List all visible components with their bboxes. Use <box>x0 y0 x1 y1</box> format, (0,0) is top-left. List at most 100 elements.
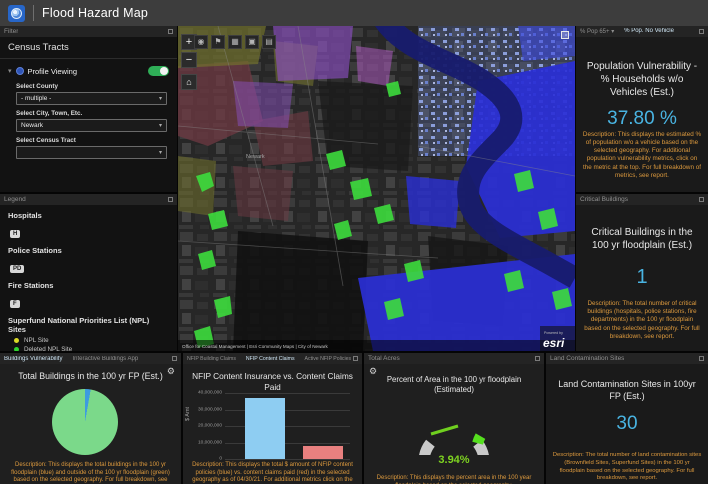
population-description: Description: This displays the estimated… <box>582 131 702 180</box>
map-toolbar: ◉ ⚑ ▦ ▣ ▤ <box>194 35 276 49</box>
tab-nfip-content-claims[interactable]: NFIP Content Claims <box>246 356 295 362</box>
svg-text:Powered by: Powered by <box>544 331 563 335</box>
nfip-panel: NFIP Building Claims NFIP Content Claims… <box>183 353 362 484</box>
map-tool-details-icon[interactable]: ▤ <box>262 35 276 49</box>
gauge-value: 3.94% <box>364 454 544 466</box>
legend-item-deleted-npl: Deleted NPL Site <box>0 345 177 351</box>
map-tool-basemap-icon[interactable]: ▦ <box>228 35 242 49</box>
svg-text:esri: esri <box>543 336 565 350</box>
buildings-pie-chart[interactable] <box>52 389 118 455</box>
tab-active-nfip-policies[interactable]: Active NFIP Policies <box>305 356 352 362</box>
tab-pop-65[interactable]: % Pop 65+ ▾ <box>580 28 614 35</box>
land-contamination-panel: Land Contamination Sites Land Contaminat… <box>546 353 708 484</box>
filter-panel: Filter Census Tracts ▾ Profile Viewing S… <box>0 26 177 192</box>
y-tick: 30,000,000 <box>198 407 222 412</box>
tab-nfip-building-claims[interactable]: NFIP Building Claims <box>187 356 236 362</box>
city-select[interactable]: Newark ▾ <box>16 119 167 132</box>
city-value: Newark <box>21 122 43 129</box>
tract-field: Select Census Tract ▾ <box>0 132 177 159</box>
legend-panel-title: Legend <box>4 196 26 203</box>
legend-panel: Legend Hospitals H Police Stations PD Fi… <box>0 194 177 351</box>
header-divider <box>33 5 34 21</box>
nfip-description: Description: This displays the total $ a… <box>189 462 356 484</box>
chevron-down-icon: ▾ <box>159 122 162 129</box>
legend-superfund-title: Superfund National Priorities List (NPL)… <box>0 310 177 336</box>
expand-icon[interactable] <box>353 356 358 361</box>
acres-panel-header: Total Acres <box>364 353 544 364</box>
expand-icon[interactable] <box>699 29 704 34</box>
toggle-knob <box>160 67 168 75</box>
map-tool-layers-icon[interactable]: ▣ <box>245 35 259 49</box>
population-title: Population Vulnerability - % Households … <box>584 60 700 99</box>
fire-icon: F <box>10 300 20 308</box>
map-canvas[interactable]: Newark Office for Coastal Management | E… <box>178 26 575 351</box>
bar-content-insurance[interactable] <box>245 398 285 459</box>
tab-pop-no-vehicle[interactable]: % Pop. No Vehicle <box>624 28 674 35</box>
chevron-down-icon: ▾ <box>159 95 162 102</box>
county-select[interactable]: - multiple - ▾ <box>16 92 167 105</box>
y-tick: 0 <box>219 457 222 462</box>
legend-hospitals-title: Hospitals <box>0 205 177 222</box>
map-expand-icon[interactable] <box>561 31 569 39</box>
county-label: Select County <box>16 83 167 90</box>
land-panel-header: Land Contamination Sites <box>546 353 708 364</box>
expand-icon[interactable] <box>172 356 177 361</box>
zoom-out-button[interactable]: − <box>181 52 197 68</box>
legend-police-title: Police Stations <box>0 240 177 257</box>
expand-icon[interactable] <box>699 356 704 361</box>
map-tool-legend-icon[interactable]: ◉ <box>194 35 208 49</box>
filter-toggle-row: ▾ Profile Viewing <box>0 59 177 78</box>
chevron-down-icon: ▾ <box>159 149 162 156</box>
map-place-label: Newark <box>246 154 265 160</box>
tract-select[interactable]: ▾ <box>16 146 167 159</box>
population-panel-header: % Pop 65+ ▾ % Pop. No Vehicle <box>576 26 708 37</box>
esri-logo: Powered by esri <box>540 326 575 351</box>
hospital-icon: H <box>10 230 20 238</box>
buildings-pie-panel: Buildings Vulnerability Interactive Buil… <box>0 353 181 484</box>
county-field: Select County - multiple - ▾ <box>0 78 177 105</box>
filter-subtitle: Census Tracts <box>0 37 177 59</box>
legend-panel-header: Legend <box>0 194 177 205</box>
y-tick: 40,000,000 <box>198 391 222 396</box>
percent-area-gauge-panel: Total Acres ⚙ Percent of Area in the 100… <box>364 353 544 484</box>
filter-toggle[interactable] <box>148 66 169 76</box>
expand-icon[interactable] <box>699 197 704 202</box>
map-tool-bookmark-icon[interactable]: ⚑ <box>211 35 225 49</box>
chevron-down-icon[interactable]: ▾ <box>8 67 12 75</box>
land-title: Land Contamination Sites in 100yr FP (Es… <box>554 379 700 402</box>
buildings-panel-header: Buildings Vulnerability Interactive Buil… <box>0 353 181 364</box>
nfip-bar-chart[interactable]: 40,000,000 30,000,000 20,000,000 10,000,… <box>225 393 350 459</box>
dashboard: Flood Hazard Map Filter Census Tracts ▾ … <box>0 0 708 484</box>
buildings-description: Description: This displays the total bui… <box>6 462 175 484</box>
population-vulnerability-panel: % Pop 65+ ▾ % Pop. No Vehicle Population… <box>576 26 708 192</box>
expand-icon[interactable] <box>535 356 540 361</box>
critical-value: 1 <box>576 266 708 289</box>
chevron-down-icon: ▾ <box>611 29 614 35</box>
globe-icon <box>11 8 22 19</box>
critical-panel-header: Critical Buildings <box>576 194 708 205</box>
home-button[interactable]: ⌂ <box>181 74 197 90</box>
map-attribution: Office for Coastal Management | Esri Com… <box>182 344 328 349</box>
tab-interactive-buildings-app[interactable]: Interactive Buildings App <box>72 356 138 362</box>
nfip-panel-header: NFIP Building Claims NFIP Content Claims… <box>183 353 362 364</box>
filter-panel-header: Filter <box>0 26 177 37</box>
land-value: 30 <box>546 413 708 435</box>
expand-icon[interactable] <box>168 197 173 202</box>
expand-icon[interactable] <box>168 29 173 34</box>
y-tick: 20,000,000 <box>198 424 222 429</box>
gauge-chart[interactable] <box>414 397 494 455</box>
app-title: Flood Hazard Map <box>42 6 148 20</box>
npl-site-dot-icon <box>14 338 19 343</box>
nfip-chart-title: NFIP Content Insurance vs. Content Claim… <box>191 371 354 393</box>
filter-layer-icon <box>16 67 24 75</box>
police-icon: PD <box>10 265 24 273</box>
app-logo-icon <box>8 5 25 22</box>
land-description: Description: The total number of land co… <box>552 452 702 483</box>
tab-buildings-vulnerability[interactable]: Buildings Vulnerability <box>4 356 62 362</box>
bar-content-claims-paid[interactable] <box>303 446 343 459</box>
tract-label: Select Census Tract <box>16 137 167 144</box>
map[interactable]: Newark Office for Coastal Management | E… <box>178 26 575 351</box>
county-value: - multiple - <box>21 95 51 102</box>
gauge-title: Percent of Area in the 100 yr floodplain… <box>372 375 536 395</box>
population-value: 37.80 % <box>576 108 708 130</box>
